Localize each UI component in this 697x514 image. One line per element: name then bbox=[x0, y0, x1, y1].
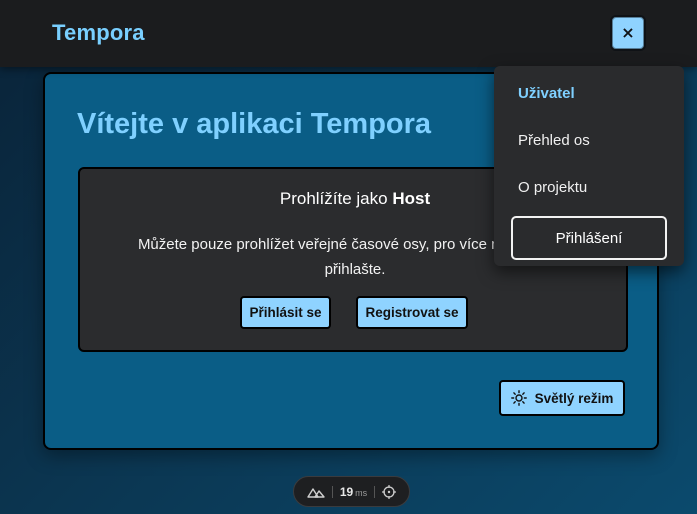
page-title: Vítejte v aplikaci Tempora bbox=[77, 108, 432, 140]
login-button[interactable]: Přihlásit se bbox=[240, 296, 331, 329]
nuxt-logo-icon[interactable] bbox=[307, 486, 325, 498]
render-time-value: 19 bbox=[339, 484, 354, 499]
render-time: 19 ms bbox=[340, 485, 367, 499]
brand-title[interactable]: Tempora bbox=[52, 20, 145, 46]
menu-login-button[interactable]: Přihlášení bbox=[511, 216, 667, 260]
app-window: Tempora × Vítejte v aplikaci Tempora Pro… bbox=[0, 0, 697, 514]
close-icon: × bbox=[621, 23, 635, 42]
top-bar: Tempora × bbox=[0, 0, 697, 67]
theme-toggle-label: Světlý režim bbox=[534, 390, 614, 406]
nav-dropdown-menu: Uživatel Přehled os O projektu Přihlášen… bbox=[494, 66, 684, 266]
guest-heading-prefix: Prohlížíte jako bbox=[279, 189, 388, 208]
divider bbox=[374, 485, 376, 498]
devtools-pill[interactable]: 19 ms bbox=[293, 476, 410, 507]
register-button[interactable]: Registrovat se bbox=[356, 296, 468, 329]
menu-item-about[interactable]: O projektu bbox=[518, 179, 587, 196]
sun-icon bbox=[510, 390, 527, 406]
guest-role: Host bbox=[392, 189, 431, 208]
close-menu-button[interactable]: × bbox=[610, 15, 646, 51]
menu-item-timelines[interactable]: Přehled os bbox=[518, 132, 590, 149]
crosshair-icon[interactable] bbox=[382, 484, 397, 499]
menu-item-user[interactable]: Uživatel bbox=[518, 85, 575, 102]
theme-toggle-button[interactable]: Světlý režim bbox=[499, 380, 625, 416]
render-time-unit: ms bbox=[355, 487, 368, 498]
divider bbox=[331, 485, 333, 498]
